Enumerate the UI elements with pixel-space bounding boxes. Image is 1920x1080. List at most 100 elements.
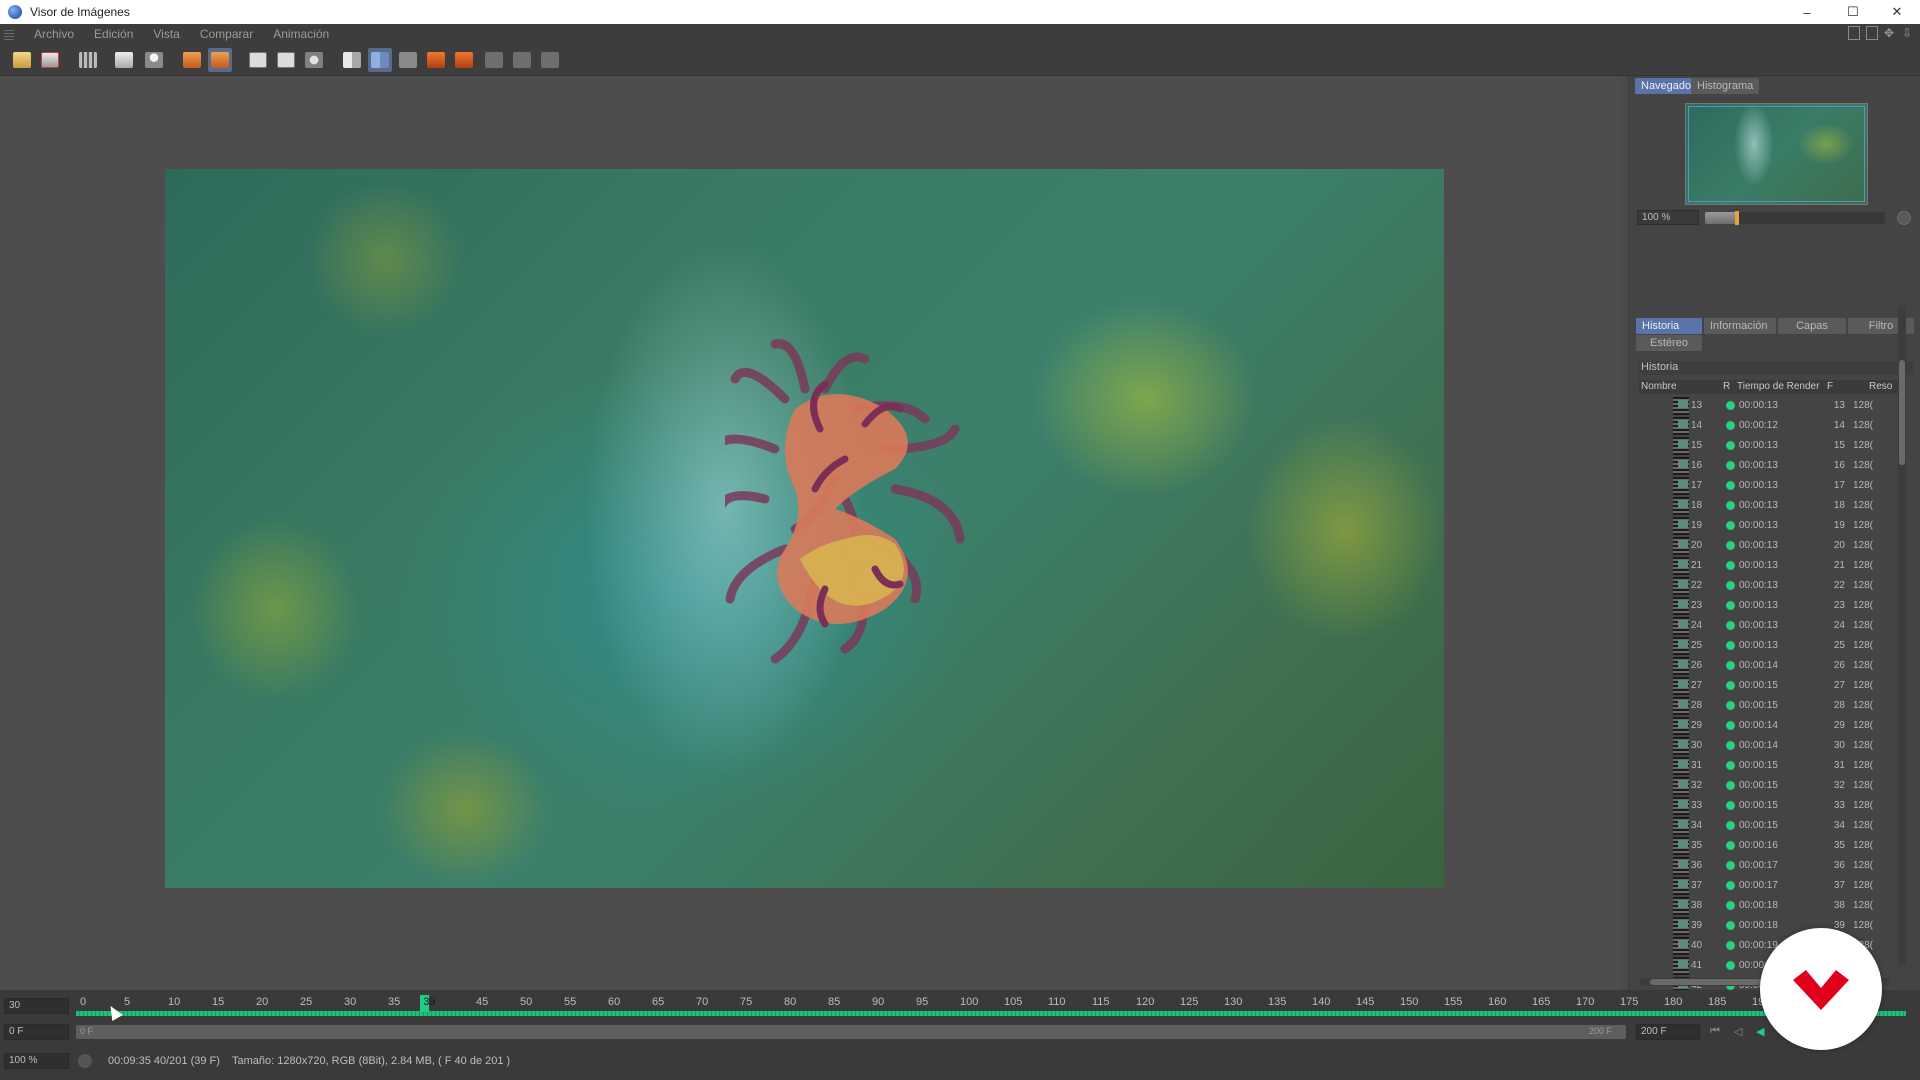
history-row[interactable]: 30 00:00:14 30 128( xyxy=(1639,736,1901,756)
menu-animacion[interactable]: Animación xyxy=(263,27,339,41)
layout-icon[interactable] xyxy=(1848,26,1860,40)
open-icon[interactable] xyxy=(10,48,34,72)
paste-icon[interactable] xyxy=(208,48,232,72)
history-row[interactable]: 31 00:00:15 31 128( xyxy=(1639,756,1901,776)
history-row[interactable]: 14 00:00:12 14 128( xyxy=(1639,416,1901,436)
ab-compare-icon[interactable] xyxy=(340,48,364,72)
status-zoom-field[interactable]: 100 % xyxy=(4,1053,69,1069)
history-row[interactable]: 36 00:00:17 36 128( xyxy=(1639,856,1901,876)
go-to-start-icon[interactable]: ⏮ xyxy=(1710,1025,1720,1038)
end-frame-field[interactable]: 200 F xyxy=(1636,1024,1700,1040)
col-nombre[interactable]: Nombre xyxy=(1641,381,1677,392)
render-icon[interactable] xyxy=(302,48,326,72)
history-row[interactable]: 21 00:00:13 21 128( xyxy=(1639,556,1901,576)
copy-icon[interactable] xyxy=(180,48,204,72)
col-reso[interactable]: Reso xyxy=(1869,381,1892,392)
compare-1-icon[interactable] xyxy=(482,48,506,72)
scrollbar-thumb[interactable] xyxy=(1650,979,1770,985)
navigator-zoom-slider[interactable] xyxy=(1705,211,1885,225)
col-r[interactable]: R xyxy=(1723,381,1730,392)
history-row[interactable]: 38 00:00:18 38 128( xyxy=(1639,896,1901,916)
tab-histograma[interactable]: Histograma xyxy=(1691,78,1760,94)
history-row[interactable]: 19 00:00:13 19 128( xyxy=(1639,516,1901,536)
compare-2-icon[interactable] xyxy=(510,48,534,72)
col-f[interactable]: F xyxy=(1827,381,1833,392)
history-row[interactable]: 20 00:00:13 20 128( xyxy=(1639,536,1901,556)
history-row-name: 29 xyxy=(1691,720,1703,731)
panel-icon[interactable] xyxy=(1866,26,1878,40)
menu-vista[interactable]: Vista xyxy=(143,27,189,41)
rendered-image[interactable] xyxy=(165,169,1444,888)
film-icon xyxy=(1673,497,1689,515)
history-row[interactable]: 26 00:00:14 26 128( xyxy=(1639,656,1901,676)
history-row[interactable]: 24 00:00:13 24 128( xyxy=(1639,616,1901,636)
arrow-down-icon[interactable]: ⇩ xyxy=(1902,26,1914,40)
tab-informacion[interactable]: Información xyxy=(1704,318,1776,334)
timeline-tick-label: 90 xyxy=(872,996,885,1008)
menu-edicion[interactable]: Edición xyxy=(84,27,143,41)
timeline-ruler[interactable]: 0 5 10 15 20 25 30 35 39 45 50 55 60 65 70 75 80 85 90 95 10… xyxy=(76,994,1906,1018)
zoom-slider-knob[interactable] xyxy=(1735,211,1740,225)
history-row[interactable]: 32 00:00:15 32 128( xyxy=(1639,776,1901,796)
history-row[interactable]: 16 00:00:13 16 128( xyxy=(1639,456,1901,476)
crop-icon[interactable] xyxy=(112,48,136,72)
play-icon[interactable] xyxy=(78,1054,92,1068)
history-row[interactable]: 13 00:00:13 13 128( xyxy=(1639,396,1901,416)
history-row[interactable]: 37 00:00:17 37 128( xyxy=(1639,876,1901,896)
navigator-zoom-field[interactable]: 100 % xyxy=(1637,210,1699,225)
history-row-frame: 23 xyxy=(1833,600,1845,611)
menu-comparar[interactable]: Comparar xyxy=(190,27,263,41)
history-row[interactable]: 17 00:00:13 17 128( xyxy=(1639,476,1901,496)
history-row[interactable]: 23 00:00:13 23 128( xyxy=(1639,596,1901,616)
snapshot-a-icon[interactable] xyxy=(246,48,270,72)
history-row-res: 128( xyxy=(1853,800,1874,811)
history-row[interactable]: 18 00:00:13 18 128( xyxy=(1639,496,1901,516)
history-row[interactable]: 15 00:00:13 15 128( xyxy=(1639,436,1901,456)
preview-range-bar[interactable]: 0 F 200 F xyxy=(76,1025,1626,1039)
maximize-button[interactable]: ☐ xyxy=(1830,0,1876,24)
tab-estereo[interactable]: Estéreo xyxy=(1636,335,1702,351)
fps-field[interactable]: 30 xyxy=(4,998,69,1014)
history-row[interactable]: 35 00:00:16 35 128( xyxy=(1639,836,1901,856)
grid-icon[interactable] xyxy=(76,48,100,72)
menu-archivo[interactable]: Archivo xyxy=(24,27,84,41)
timeline-tick-label: 80 xyxy=(784,996,797,1008)
film-icon xyxy=(1673,617,1689,635)
timeline-tick-label: 115 xyxy=(1092,996,1110,1008)
history-row[interactable]: 34 00:00:15 34 128( xyxy=(1639,816,1901,836)
history-row[interactable]: 29 00:00:14 29 128( xyxy=(1639,716,1901,736)
tab-capas[interactable]: Capas xyxy=(1778,318,1846,334)
user-icon[interactable] xyxy=(142,48,166,72)
history-row[interactable]: 33 00:00:15 33 128( xyxy=(1639,796,1901,816)
image-viewport[interactable] xyxy=(0,77,1620,990)
navigator-view-frame[interactable] xyxy=(1688,106,1865,202)
start-frame-field[interactable]: 0 F xyxy=(4,1024,69,1040)
history-list[interactable]: 13 00:00:13 13 128(14 00:00:12 14 128(15 00:00:… xyxy=(1639,396,1901,996)
history-row[interactable]: 22 00:00:13 22 128( xyxy=(1639,576,1901,596)
history-row[interactable]: 28 00:00:15 28 128( xyxy=(1639,696,1901,716)
history-row[interactable]: 27 00:00:15 27 128( xyxy=(1639,676,1901,696)
zoom-options-icon[interactable] xyxy=(1897,211,1911,225)
timeline-tick-label: 15 xyxy=(212,996,225,1008)
history-row[interactable]: 25 00:00:13 25 128( xyxy=(1639,636,1901,656)
step-back-icon[interactable]: ◁ xyxy=(1734,1025,1742,1038)
col-tiempo[interactable]: Tiempo de Render xyxy=(1737,381,1819,392)
close-button[interactable]: ✕ xyxy=(1874,0,1920,24)
scrollbar-thumb[interactable] xyxy=(1899,360,1905,465)
film-icon xyxy=(1673,737,1689,755)
split-swap-icon[interactable] xyxy=(396,48,420,72)
split-icon[interactable] xyxy=(368,48,392,72)
tab-historia[interactable]: Historia xyxy=(1636,318,1702,334)
watermark-logo xyxy=(1760,928,1882,1050)
compare-3-icon[interactable] xyxy=(538,48,562,72)
set-a-icon[interactable] xyxy=(424,48,448,72)
navigator-thumbnail[interactable] xyxy=(1685,103,1868,205)
history-row-res: 128( xyxy=(1853,420,1874,431)
timeline-tick-label: 155 xyxy=(1444,996,1463,1008)
move-icon[interactable]: ✥ xyxy=(1884,26,1896,40)
save-icon[interactable] xyxy=(38,48,62,72)
history-vertical-scrollbar[interactable] xyxy=(1898,305,1906,965)
set-b-icon[interactable] xyxy=(452,48,476,72)
minimize-button[interactable]: – xyxy=(1784,0,1830,24)
snapshot-b-icon[interactable] xyxy=(274,48,298,72)
